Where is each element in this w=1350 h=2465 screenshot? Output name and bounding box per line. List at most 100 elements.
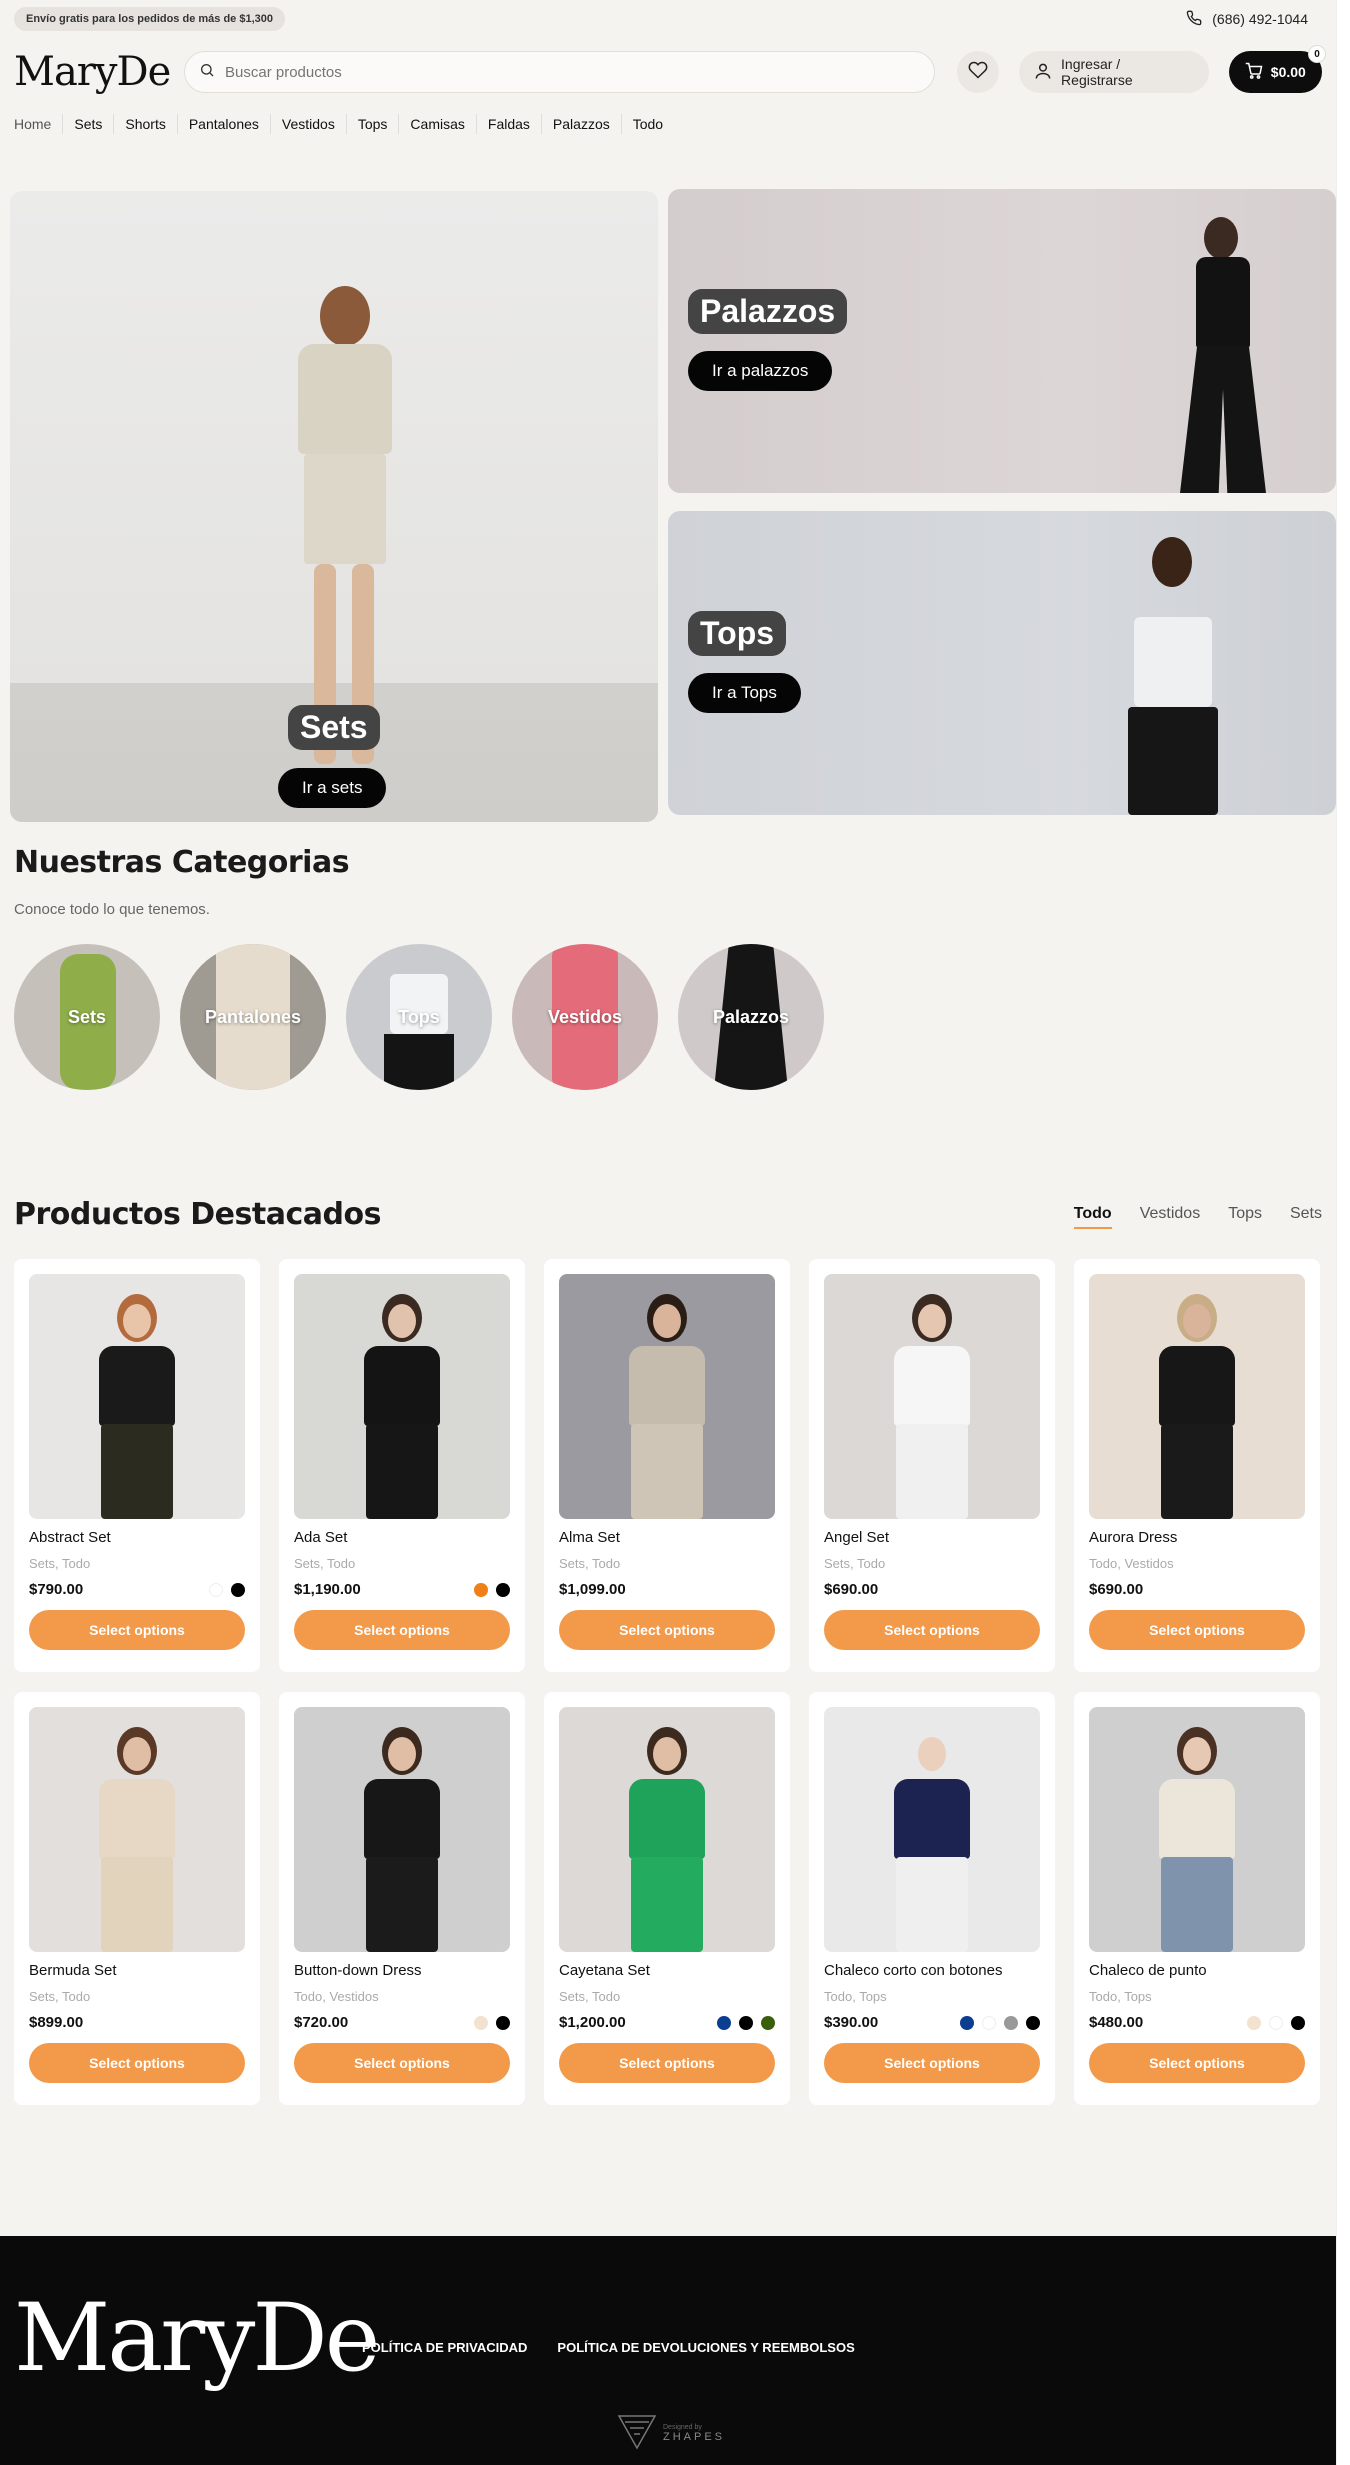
hero-sets-button[interactable]: Ir a sets xyxy=(278,768,387,808)
nav-item-camisas[interactable]: Camisas xyxy=(398,114,475,134)
product-image[interactable] xyxy=(294,1274,510,1519)
tab-sets[interactable]: Sets xyxy=(1290,1205,1322,1229)
product-category-link[interactable]: Todo xyxy=(327,1556,355,1571)
product-image[interactable] xyxy=(294,1707,510,1952)
color-swatch[interactable] xyxy=(1004,2015,1018,2030)
cart-button[interactable]: $0.00 0 xyxy=(1228,45,1326,93)
product-category-link[interactable]: Todo xyxy=(1089,1989,1117,2004)
product-category-link[interactable]: Tops xyxy=(1124,1989,1151,2004)
product-image[interactable] xyxy=(824,1274,1040,1519)
color-swatch[interactable] xyxy=(1291,2015,1305,2030)
select-options-button[interactable]: Select options xyxy=(559,2043,775,2083)
select-options-button[interactable]: Select options xyxy=(294,2043,510,2083)
product-image[interactable] xyxy=(29,1707,245,1952)
select-options-button[interactable]: Select options xyxy=(824,2043,1040,2083)
color-swatch[interactable] xyxy=(1269,2015,1283,2030)
select-options-button[interactable]: Select options xyxy=(1089,2043,1305,2083)
product-category-link[interactable]: Sets xyxy=(29,1556,55,1571)
product-card[interactable]: Angel Set Sets, Todo $690.00 Select options xyxy=(809,1259,1055,1672)
product-card[interactable]: Bermuda Set Sets, Todo $899.00 Select optio… xyxy=(14,1692,260,2105)
color-swatch[interactable] xyxy=(231,1582,245,1597)
category-tops[interactable]: Tops xyxy=(346,944,492,1090)
product-category-link[interactable]: Todo xyxy=(62,1556,90,1571)
product-name[interactable]: Alma Set xyxy=(559,1529,775,1546)
category-vestidos[interactable]: Vestidos xyxy=(512,944,658,1090)
select-options-button[interactable]: Select options xyxy=(29,2043,245,2083)
product-category-link[interactable]: Sets xyxy=(559,1556,585,1571)
product-card[interactable]: Aurora Dress Todo, Vestidos $690.00 Select … xyxy=(1074,1259,1320,1672)
tab-vestidos[interactable]: Vestidos xyxy=(1140,1205,1200,1229)
select-options-button[interactable]: Select options xyxy=(29,1610,245,1650)
color-swatch[interactable] xyxy=(717,2015,731,2030)
nav-item-todo[interactable]: Todo xyxy=(620,114,674,134)
product-name[interactable]: Chaleco corto con botones xyxy=(824,1962,1040,1979)
hero-tops-banner[interactable]: Tops Ir a Tops xyxy=(668,511,1336,815)
nav-item-vestidos[interactable]: Vestidos xyxy=(269,114,346,134)
product-image[interactable] xyxy=(1089,1707,1305,1952)
search-input[interactable] xyxy=(225,63,921,81)
nav-item-shorts[interactable]: Shorts xyxy=(113,114,176,134)
product-image[interactable] xyxy=(824,1707,1040,1952)
login-button[interactable]: Ingresar / Registrarse xyxy=(1019,51,1209,93)
product-card[interactable]: Button-down Dress Todo, Vestidos $720.00 Se… xyxy=(279,1692,525,2105)
product-card[interactable]: Chaleco corto con botones Todo, Tops $390.… xyxy=(809,1692,1055,2105)
product-image[interactable] xyxy=(1089,1274,1305,1519)
tab-todo[interactable]: Todo xyxy=(1073,1205,1112,1229)
product-category-link[interactable]: Todo xyxy=(592,1989,620,2004)
select-options-button[interactable]: Select options xyxy=(294,1610,510,1650)
search-bar[interactable] xyxy=(184,51,936,93)
product-category-link[interactable]: Todo xyxy=(857,1556,885,1571)
color-swatch[interactable] xyxy=(496,1582,510,1597)
nav-item-tops[interactable]: Tops xyxy=(345,114,399,134)
color-swatch[interactable] xyxy=(1247,2015,1261,2030)
tab-tops[interactable]: Tops xyxy=(1228,1205,1262,1229)
product-category-link[interactable]: Todo xyxy=(1089,1556,1117,1571)
select-options-button[interactable]: Select options xyxy=(559,1610,775,1650)
scrollbar[interactable] xyxy=(1336,0,1350,2465)
product-category-link[interactable]: Sets xyxy=(29,1989,55,2004)
category-palazzos[interactable]: Palazzos xyxy=(678,944,824,1090)
color-swatch[interactable] xyxy=(209,1582,223,1597)
color-swatch[interactable] xyxy=(761,2015,775,2030)
product-category-link[interactable]: Sets xyxy=(559,1989,585,2004)
product-category-link[interactable]: Vestidos xyxy=(329,1989,378,2004)
product-category-link[interactable]: Sets xyxy=(294,1556,320,1571)
color-swatch[interactable] xyxy=(496,2015,510,2030)
product-name[interactable]: Chaleco de punto xyxy=(1089,1962,1305,1979)
product-card[interactable]: Chaleco de punto Todo, Tops $480.00 Select … xyxy=(1074,1692,1320,2105)
product-category-link[interactable]: Sets xyxy=(824,1556,850,1571)
nav-item-faldas[interactable]: Faldas xyxy=(475,114,541,134)
hero-sets-banner[interactable]: Sets Ir a sets xyxy=(10,191,658,822)
category-pantalones[interactable]: Pantalones xyxy=(180,944,326,1090)
hero-palazzos-button[interactable]: Ir a palazzos xyxy=(688,351,833,391)
hero-tops-button[interactable]: Ir a Tops xyxy=(688,673,801,713)
footer-link-returns[interactable]: POLÍTICA DE DEVOLUCIONES Y REEMBOLSOS xyxy=(557,2340,854,2355)
product-category-link[interactable]: Todo xyxy=(592,1556,620,1571)
product-category-link[interactable]: Vestidos xyxy=(1124,1556,1173,1571)
select-options-button[interactable]: Select options xyxy=(1089,1610,1305,1650)
product-image[interactable] xyxy=(559,1274,775,1519)
designer-credit[interactable]: Designed by ZHAPES xyxy=(617,2414,725,2453)
product-category-link[interactable]: Todo xyxy=(62,1989,90,2004)
product-card[interactable]: Abstract Set Sets, Todo $790.00 Select opti… xyxy=(14,1259,260,1672)
color-swatch[interactable] xyxy=(474,1582,488,1597)
product-category-link[interactable]: Tops xyxy=(859,1989,886,2004)
product-name[interactable]: Button-down Dress xyxy=(294,1962,510,1979)
select-options-button[interactable]: Select options xyxy=(824,1610,1040,1650)
color-swatch[interactable] xyxy=(982,2015,996,2030)
wishlist-button[interactable] xyxy=(957,51,1000,93)
product-name[interactable]: Abstract Set xyxy=(29,1529,245,1546)
product-card[interactable]: Alma Set Sets, Todo $1,099.00 Select option… xyxy=(544,1259,790,1672)
category-sets[interactable]: Sets xyxy=(14,944,160,1090)
color-swatch[interactable] xyxy=(1026,2015,1040,2030)
product-name[interactable]: Cayetana Set xyxy=(559,1962,775,1979)
product-name[interactable]: Angel Set xyxy=(824,1529,1040,1546)
product-image[interactable] xyxy=(29,1274,245,1519)
product-name[interactable]: Bermuda Set xyxy=(29,1962,245,1979)
nav-item-home[interactable]: Home xyxy=(14,114,62,134)
product-card[interactable]: Cayetana Set Sets, Todo $1,200.00 Select op… xyxy=(544,1692,790,2105)
product-name[interactable]: Aurora Dress xyxy=(1089,1529,1305,1546)
color-swatch[interactable] xyxy=(960,2015,974,2030)
color-swatch[interactable] xyxy=(739,2015,753,2030)
phone-contact[interactable]: (686) 492-1044 xyxy=(1186,10,1322,29)
